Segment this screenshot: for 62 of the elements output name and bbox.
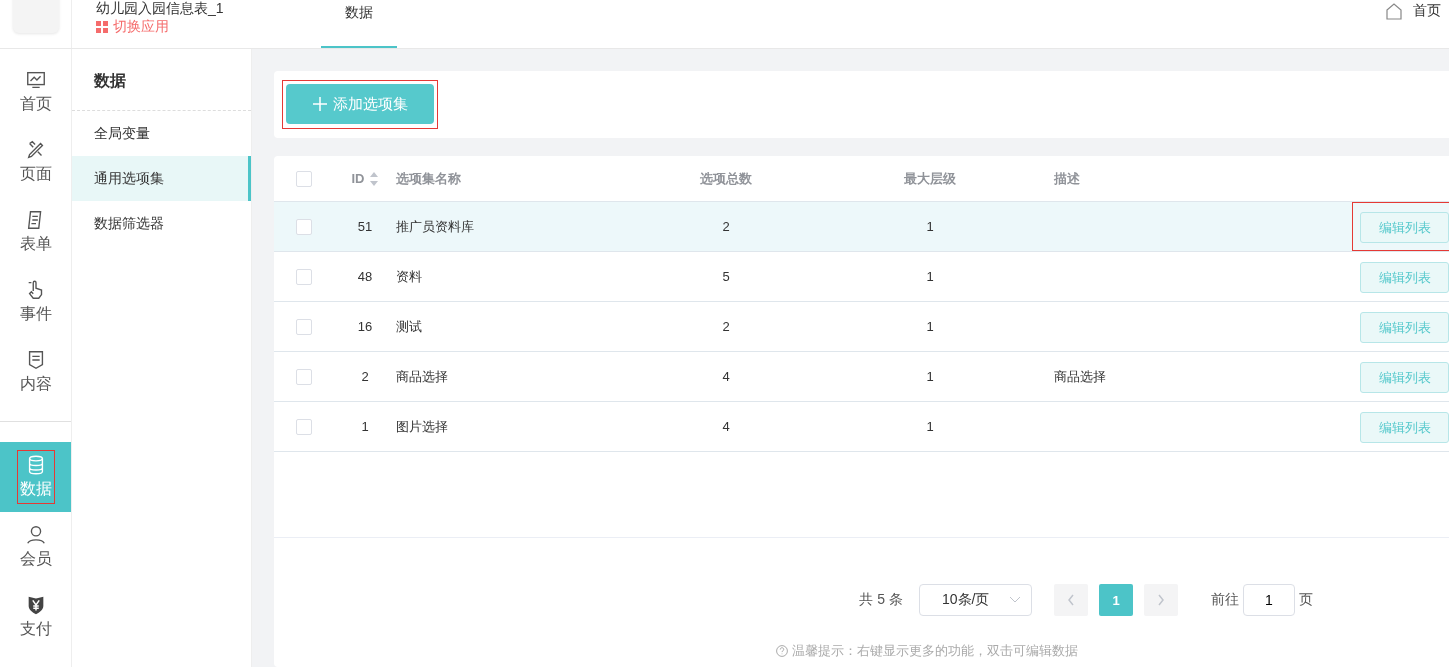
sort-icon[interactable] [368,170,379,187]
table-cell-text: 图片选择 [396,417,449,436]
subnav-item[interactable]: 通用选项集 [72,156,251,201]
subnav-item[interactable]: 数据筛选器 [72,201,251,246]
row-checkbox[interactable] [296,318,312,335]
column-header: 最大层级 [903,169,957,188]
column-header: 选项集名称 [396,169,462,188]
help-icon [775,645,788,657]
nav-item[interactable]: 表单 [0,197,71,267]
home-link[interactable]: 首页 [1385,0,1441,48]
subnav-item[interactable]: 全局变量 [72,111,251,156]
table-cell-text: 16 [356,319,374,334]
table-cell-text: 48 [356,269,374,284]
hint-text: 温馨提示：右键显示更多的功能，双击可编辑数据 [791,642,1078,660]
row-checkbox[interactable] [296,418,312,435]
nav-item[interactable]: 页面 [0,127,71,197]
table-cell-text: 4 [721,419,731,434]
monitor-icon [24,69,47,91]
table-cell-text: 测试 [396,317,423,336]
chevron-down-icon [1009,596,1021,604]
home-icon [1385,2,1403,20]
page-size-select[interactable]: 10条/页 [919,584,1032,616]
table-cell-text: 2 [360,369,370,384]
total-count: 共 5 条 [859,591,903,609]
nav-item[interactable]: 事件 [0,267,71,337]
section-title: 数据 [72,49,251,111]
row-checkbox[interactable] [296,218,312,235]
table-cell-text: 2 [721,319,731,334]
row-checkbox[interactable] [296,268,312,285]
table-cell-text: 推广员资料库 [396,217,475,236]
select-all-checkbox[interactable] [296,170,312,187]
goto-suffix: 页 [1299,591,1313,609]
nav-item[interactable]: 会员 [0,512,71,582]
plus-icon [312,97,327,111]
table-cell-text: 1 [925,419,935,434]
user-icon [24,524,47,546]
table-cell-text: 1 [925,369,935,384]
table-cell-text: 资料 [396,267,423,286]
chevron-right-icon [1157,594,1165,606]
table-cell-text: 4 [721,369,731,384]
table-cell-text: 51 [356,219,374,234]
table-cell-text: 1 [925,319,935,334]
next-page-button[interactable] [1144,584,1178,616]
table-cell-text: 商品选择 [396,367,449,386]
prev-page-button[interactable] [1054,584,1088,616]
table-cell-text: 1 [925,219,935,234]
goto-label: 前往 [1211,591,1239,609]
table-cell-text: 1 [360,419,370,434]
goto-page-field[interactable]: 1 [1243,584,1295,616]
app-title: 幼儿园入园信息表_1 [96,0,225,16]
table-cell-text: 5 [721,269,731,284]
column-header: 选项总数 [699,169,753,188]
column-header: 描述 [1054,169,1081,188]
nav-item[interactable]: 支付 [0,582,71,652]
nav-item[interactable]: 首页 [0,57,71,127]
table-cell-text: 商品选择 [1054,367,1107,386]
row-checkbox[interactable] [296,368,312,385]
grid-icon [96,21,108,33]
table-cell-text: 1 [925,269,935,284]
nav-item[interactable]: 内容 [0,337,71,407]
chevron-left-icon [1067,594,1075,606]
table-cell-text: 2 [721,219,731,234]
